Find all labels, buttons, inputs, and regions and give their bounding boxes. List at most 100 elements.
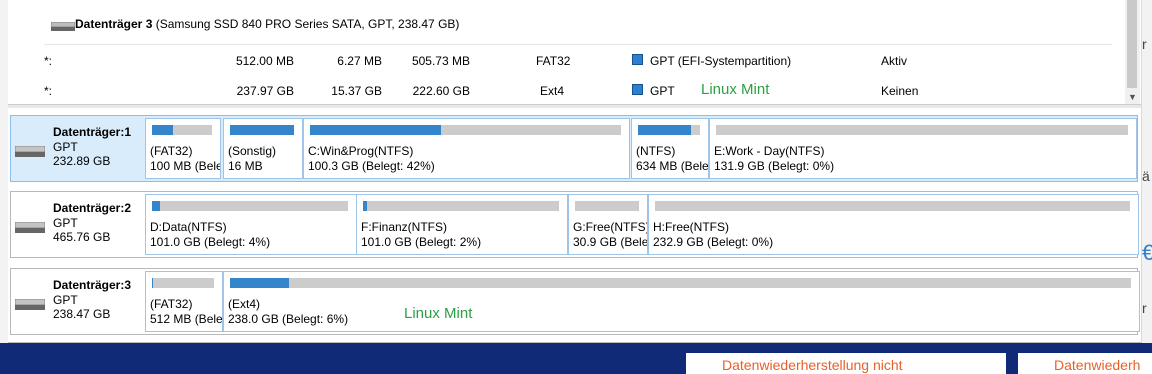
separator (44, 44, 1112, 45)
disk-info[interactable]: Datenträger:2 GPT 465.76 GB (11, 192, 141, 257)
usage-bar (655, 201, 1130, 211)
partition-block[interactable]: (FAT32) 512 MB (Bele (145, 271, 223, 332)
linux-mint-note: Linux Mint (404, 305, 473, 322)
usage-bar-fill (230, 125, 294, 135)
partition-block[interactable]: (FAT32) 100 MB (Bele (145, 118, 221, 179)
usage-bar (230, 125, 294, 135)
partition-size: 131.9 GB (Belegt: 0%) (714, 159, 835, 173)
usage-bar-fill (152, 125, 173, 135)
partition-label: G:Free(NTFS) (573, 220, 648, 234)
volume-disk-header: Datenträger 3 (Samsung SSD 840 PRO Serie… (75, 17, 459, 31)
partition-size: 634 MB (Bele (636, 159, 709, 173)
partition-size: 512 MB (Bele (150, 312, 223, 326)
volume-type: GPT (650, 84, 675, 98)
bg-edge-text: € (1142, 240, 1152, 265)
partition-size: 238.0 GB (Belegt: 6%) (228, 312, 349, 326)
volume-row[interactable]: *: 512.00 MB 6.27 MB 505.73 MB FAT32 GPT… (8, 54, 1126, 74)
disk-map-name: Datenträger:2 (53, 201, 132, 215)
bg-link[interactable]: Datenwiederherstellung nicht (722, 357, 903, 373)
hard-drive-icon (51, 22, 75, 31)
bg-edge-text: r (1142, 36, 1147, 52)
partition-block[interactable]: (NTFS) 634 MB (Bele (631, 118, 709, 179)
partition-label: C:Win&Prog(NTFS) (308, 144, 414, 158)
disk-map-type: GPT (53, 293, 78, 307)
disk-row[interactable]: Datenträger:3 GPT 238.47 GB (FAT32) 512 MB (… (10, 268, 1140, 335)
usage-bar (152, 125, 212, 135)
partition-block[interactable]: (Ext4) 238.0 GB (Belegt: 6%) Linux Mint (223, 271, 1140, 332)
disk-map-name: Datenträger:1 (53, 125, 132, 139)
pane-divider[interactable] (8, 104, 1141, 108)
left-shadow (0, 0, 8, 343)
partition-block[interactable]: E:Work - Day(NTFS) 131.9 GB (Belegt: 0%) (709, 118, 1137, 179)
partition-label: (Sonstig) (228, 144, 277, 158)
usage-bar-fill (152, 278, 153, 288)
volume-label: *: (44, 84, 53, 98)
volume-capacity: 237.97 GB (236, 84, 294, 98)
partition-size: 100.3 GB (Belegt: 42%) (308, 159, 435, 173)
disk-map-size: 232.89 GB (53, 154, 111, 168)
partition-block[interactable]: G:Free(NTFS) 30.9 GB (Bele (568, 194, 648, 255)
usage-bar (363, 201, 559, 211)
partition-label: (FAT32) (150, 297, 193, 311)
disk-name: Datenträger 3 (75, 17, 153, 31)
volume-row[interactable]: *: 237.97 GB 15.37 GB 222.60 GB Ext4 GPT… (8, 81, 1126, 104)
partition-block[interactable]: D:Data(NTFS) 101.0 GB (Belegt: 4%) (145, 194, 357, 255)
disk-row[interactable]: Datenträger:2 GPT 465.76 GB D:Data(NTFS) 101… (10, 191, 1139, 258)
volume-label: *: (44, 54, 53, 68)
usage-bar-fill (310, 125, 441, 135)
scroll-down-arrow-icon[interactable]: ▼ (1128, 92, 1137, 102)
volume-used: 6.27 MB (337, 54, 382, 68)
partition-size: 101.0 GB (Belegt: 2%) (361, 235, 482, 249)
usage-bar-fill (363, 201, 367, 211)
volume-used: 15.37 GB (331, 84, 382, 98)
volume-list-scrollbar[interactable]: ▼ (1125, 0, 1140, 104)
disk-map-type: GPT (53, 216, 78, 230)
linux-mint-note: Linux Mint (701, 81, 770, 98)
disk-row[interactable]: Datenträger:1 GPT 232.89 GB (FAT32) 100 MB (… (10, 115, 1138, 182)
disk-map-window: Datenträger 3 (Samsung SSD 840 PRO Serie… (8, 0, 1142, 343)
partition-label: D:Data(NTFS) (150, 220, 227, 234)
bg-link[interactable]: Datenwiederh (1054, 357, 1140, 373)
usage-bar (638, 125, 700, 135)
usage-bar (152, 201, 348, 211)
disk-info[interactable]: Datenträger:3 GPT 238.47 GB (11, 269, 141, 334)
partition-block[interactable]: (Sonstig) 16 MB (223, 118, 303, 179)
volume-filesystem: Ext4 (540, 84, 565, 98)
usage-bar-fill (638, 125, 691, 135)
usage-bar (230, 278, 1131, 288)
partition-color-icon (632, 54, 643, 65)
partition-label: E:Work - Day(NTFS) (714, 144, 825, 158)
volume-status: Aktiv (881, 54, 908, 68)
hard-drive-icon (15, 146, 45, 157)
partition-label: (Ext4) (228, 297, 261, 311)
partition-label: F:Finanz(NTFS) (361, 220, 448, 234)
disk-map-size: 465.76 GB (53, 230, 111, 244)
partition-size: 232.9 GB (Belegt: 0%) (653, 235, 774, 249)
volume-free: 505.73 MB (411, 54, 470, 68)
partition-label: (FAT32) (150, 144, 193, 158)
partition-block[interactable]: H:Free(NTFS) 232.9 GB (Belegt: 0%) (648, 194, 1139, 255)
volume-type: GPT (EFI-Systempartition) (650, 54, 792, 68)
bg-edge-text: r (1142, 300, 1147, 316)
background-desktop: Datenwiederherstellung nicht Datenwieder… (0, 343, 1152, 374)
volume-free: 222.60 GB (412, 84, 470, 98)
partition-label: H:Free(NTFS) (653, 220, 729, 234)
usage-bar (310, 125, 621, 135)
usage-bar-fill (230, 278, 289, 288)
bg-edge-text: ä (1142, 168, 1150, 184)
disk-detail: (Samsung SSD 840 PRO Series SATA, GPT, 2… (155, 17, 460, 31)
usage-bar (152, 278, 214, 288)
partition-color-icon (632, 84, 643, 95)
disk-map-size: 238.47 GB (53, 307, 111, 321)
partition-size: 16 MB (228, 159, 263, 173)
partition-label: (NTFS) (636, 144, 676, 158)
volume-capacity: 512.00 MB (235, 54, 294, 68)
partition-size: 100 MB (Bele (150, 159, 221, 173)
partition-block[interactable]: F:Finanz(NTFS) 101.0 GB (Belegt: 2%) (356, 194, 568, 255)
scrollbar-thumb[interactable] (1127, 0, 1137, 88)
partition-size: 101.0 GB (Belegt: 4%) (150, 235, 271, 249)
hard-drive-icon (15, 222, 45, 233)
partition-block[interactable]: C:Win&Prog(NTFS) 100.3 GB (Belegt: 42%) (303, 118, 630, 179)
disk-info[interactable]: Datenträger:1 GPT 232.89 GB (11, 116, 141, 181)
usage-bar (716, 125, 1128, 135)
